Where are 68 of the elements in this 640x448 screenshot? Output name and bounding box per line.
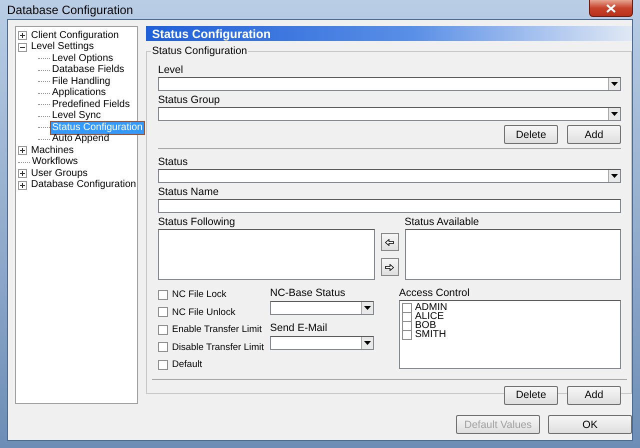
checkbox[interactable] (158, 360, 168, 370)
expand-icon[interactable] (18, 146, 27, 156)
user-name: SMITH (415, 329, 446, 340)
ok-button[interactable]: OK (548, 415, 632, 434)
tree-item[interactable]: Auto Append (51, 133, 110, 146)
expand-icon[interactable] (18, 31, 27, 40)
checkbox-label: Disable Transfer Limit (172, 342, 264, 353)
move-right-button[interactable] (380, 258, 398, 276)
checkbox[interactable] (402, 330, 412, 340)
checkbox[interactable] (402, 320, 412, 330)
checkbox[interactable] (158, 324, 168, 335)
tree-item[interactable]: Client Configuration (30, 30, 120, 42)
status-group-dropdown[interactable] (158, 107, 621, 121)
add-button[interactable]: Add (567, 125, 621, 144)
add-button[interactable]: Add (567, 386, 621, 404)
tree-item[interactable]: Database Configuration (30, 179, 138, 192)
tree-item[interactable]: Level Sync (51, 110, 102, 122)
tree-item[interactable]: Machines (30, 144, 75, 157)
checkbox-label: Default (172, 359, 202, 370)
user-name: ADMIN (415, 302, 448, 313)
checkbox-label: Enable Transfer Limit (172, 324, 262, 336)
field-label: Status Name (158, 186, 220, 199)
panel-header: Status Configuration (146, 26, 632, 41)
checkbox[interactable] (158, 290, 168, 300)
user-name: ALICE (415, 311, 444, 322)
tree-item[interactable]: File Handling (51, 76, 112, 88)
delete-button[interactable]: Delete (504, 125, 558, 144)
tree-item[interactable]: User Groups (30, 168, 89, 180)
group-title: Status Configuration (151, 45, 248, 57)
status-name-field[interactable] (158, 199, 621, 213)
expand-icon[interactable] (18, 180, 27, 190)
status-available-list[interactable] (404, 229, 621, 280)
user-name: BOB (415, 320, 436, 331)
window-title: Database Configuration (7, 2, 134, 16)
field-label: Access Control (399, 287, 471, 300)
field-label: Status (158, 156, 189, 169)
field-label: Status Group (158, 94, 221, 107)
field-label: NC-Base Status (270, 287, 346, 300)
close-icon (606, 4, 616, 12)
left-arrow-icon (385, 238, 394, 246)
access-control-list[interactable]: ADMIN ALICE BOB SMITH (399, 300, 621, 369)
checkbox[interactable] (158, 342, 168, 352)
tree-item[interactable]: Level Settings (30, 41, 95, 54)
level-dropdown[interactable] (158, 77, 621, 91)
field-label: Level (158, 64, 184, 77)
delete-button[interactable]: Delete (504, 386, 558, 404)
close-button[interactable] (589, 0, 633, 17)
checkbox[interactable] (158, 307, 168, 318)
nc-base-status-dropdown[interactable] (270, 301, 374, 315)
expand-icon[interactable] (18, 169, 27, 178)
tree-item[interactable]: Database Fields (51, 64, 126, 76)
tree-item[interactable]: Predefined Fields (51, 98, 131, 111)
field-label: Status Following (158, 216, 236, 229)
tree-item[interactable]: Workflows (31, 156, 79, 168)
collapse-icon[interactable] (18, 42, 27, 52)
status-dropdown[interactable] (158, 169, 621, 183)
checkbox[interactable] (402, 302, 412, 312)
field-label: Status Available (404, 216, 480, 229)
move-left-button[interactable] (380, 233, 398, 251)
tree-item[interactable]: Level Options (51, 52, 114, 65)
checkbox-label: NC File Unlock (172, 306, 236, 318)
field-label: Send E-Mail (270, 322, 328, 335)
status-following-list[interactable] (158, 229, 374, 280)
checkbox[interactable] (402, 312, 412, 322)
tree-item[interactable]: Applications (51, 87, 107, 100)
right-arrow-icon (385, 264, 394, 270)
send-email-dropdown[interactable] (270, 336, 374, 350)
checkbox-label: NC File Lock (172, 289, 226, 300)
